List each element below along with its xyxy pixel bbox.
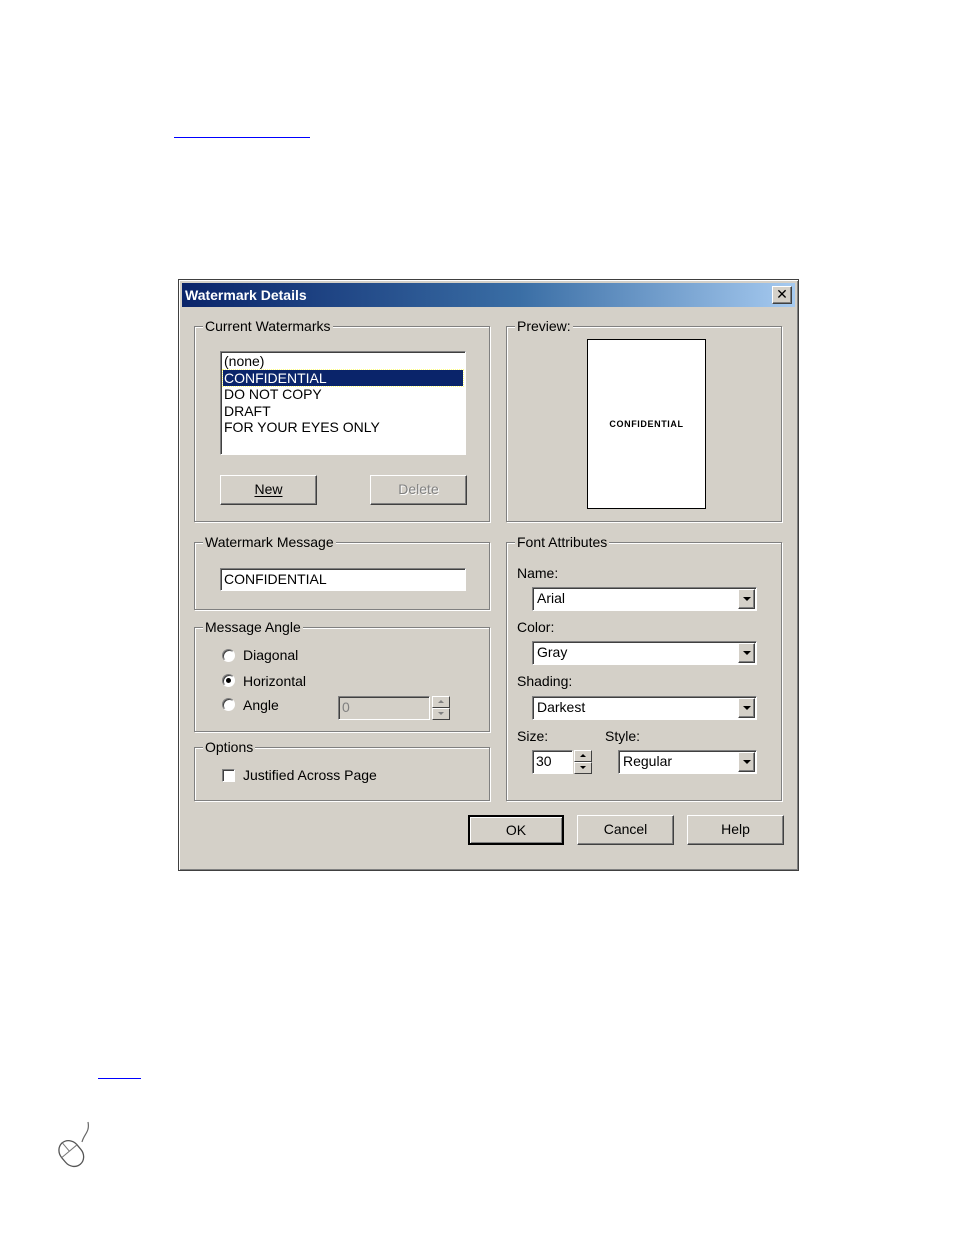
mouse-icon: [58, 1121, 89, 1168]
size-down-icon[interactable]: [574, 762, 592, 774]
justified-label[interactable]: Justified Across Page: [243, 767, 377, 783]
font-style-label: Style:: [605, 728, 641, 744]
close-button[interactable]: ✕: [772, 286, 792, 304]
preview-legend: Preview:: [515, 317, 573, 335]
font-color-label: Color:: [517, 619, 555, 635]
font-attributes-group: Font Attributes Name: Arial Color: Gray …: [506, 533, 782, 801]
horizontal-radio[interactable]: [222, 674, 235, 687]
list-item[interactable]: (none): [223, 353, 463, 370]
chevron-down-icon[interactable]: [738, 643, 755, 663]
font-color-combo[interactable]: Gray: [532, 641, 757, 665]
top-hyperlink[interactable]: [174, 137, 310, 138]
watermark-message-input[interactable]: CONFIDENTIAL: [220, 568, 466, 591]
angle-label[interactable]: Angle: [243, 697, 279, 713]
message-angle-legend: Message Angle: [203, 618, 303, 636]
watermark-message-group: Watermark Message CONFIDENTIAL: [194, 533, 490, 610]
font-name-label: Name:: [517, 565, 559, 581]
size-up-icon[interactable]: [574, 750, 592, 762]
preview-watermark-text: CONFIDENTIAL: [609, 419, 684, 429]
options-legend: Options: [203, 738, 256, 756]
list-item[interactable]: DO NOT COPY: [223, 386, 463, 403]
font-name-combo[interactable]: Arial: [532, 587, 757, 611]
message-angle-group: Message Angle Diagonal Horizontal Angle …: [194, 618, 490, 732]
new-button[interactable]: New: [220, 475, 317, 505]
chevron-down-icon[interactable]: [738, 698, 755, 718]
font-shading-label: Shading:: [517, 673, 573, 689]
options-group: Options Justified Across Page: [194, 738, 490, 801]
font-size-input[interactable]: 30: [532, 750, 573, 774]
list-item[interactable]: DRAFT: [223, 403, 463, 420]
font-style-combo[interactable]: Regular: [618, 750, 757, 774]
angle-input[interactable]: 0: [338, 696, 430, 720]
angle-down-icon[interactable]: [432, 708, 450, 720]
ok-button[interactable]: OK: [468, 815, 564, 845]
watermark-list[interactable]: (none) CONFIDENTIAL DO NOT COPY DRAFT FO…: [220, 351, 466, 455]
watermark-details-dialog: Watermark Details ✕ Current Watermarks (…: [178, 279, 799, 871]
title-bar[interactable]: Watermark Details ✕: [182, 283, 795, 307]
dialog-title: Watermark Details: [185, 287, 307, 303]
font-size-label: Size:: [517, 728, 549, 744]
list-item-selected[interactable]: CONFIDENTIAL: [222, 368, 464, 387]
diagonal-label[interactable]: Diagonal: [243, 647, 298, 663]
angle-spinner[interactable]: [432, 696, 450, 720]
help-button[interactable]: Help: [687, 815, 784, 845]
diagonal-radio[interactable]: [222, 649, 235, 662]
watermark-message-legend: Watermark Message: [203, 533, 336, 551]
preview-page: CONFIDENTIAL: [587, 339, 706, 509]
preview-group: Preview: CONFIDENTIAL: [506, 317, 782, 522]
list-item[interactable]: FOR YOUR EYES ONLY: [223, 419, 463, 436]
font-shading-combo[interactable]: Darkest: [532, 696, 757, 720]
font-size-spinner[interactable]: [574, 750, 592, 774]
chevron-down-icon[interactable]: [738, 589, 755, 609]
close-icon: ✕: [776, 286, 788, 302]
horizontal-label[interactable]: Horizontal: [243, 673, 306, 689]
chevron-down-icon[interactable]: [738, 752, 755, 772]
delete-button[interactable]: Delete: [370, 475, 467, 505]
angle-radio[interactable]: [222, 698, 235, 711]
bottom-hyperlink[interactable]: [98, 1078, 141, 1079]
cancel-button[interactable]: Cancel: [577, 815, 674, 845]
angle-up-icon[interactable]: [432, 696, 450, 708]
justified-checkbox[interactable]: [222, 769, 235, 782]
current-watermarks-legend: Current Watermarks: [203, 317, 333, 335]
current-watermarks-group: Current Watermarks (none) CONFIDENTIAL D…: [194, 317, 490, 522]
font-attributes-legend: Font Attributes: [515, 533, 610, 551]
